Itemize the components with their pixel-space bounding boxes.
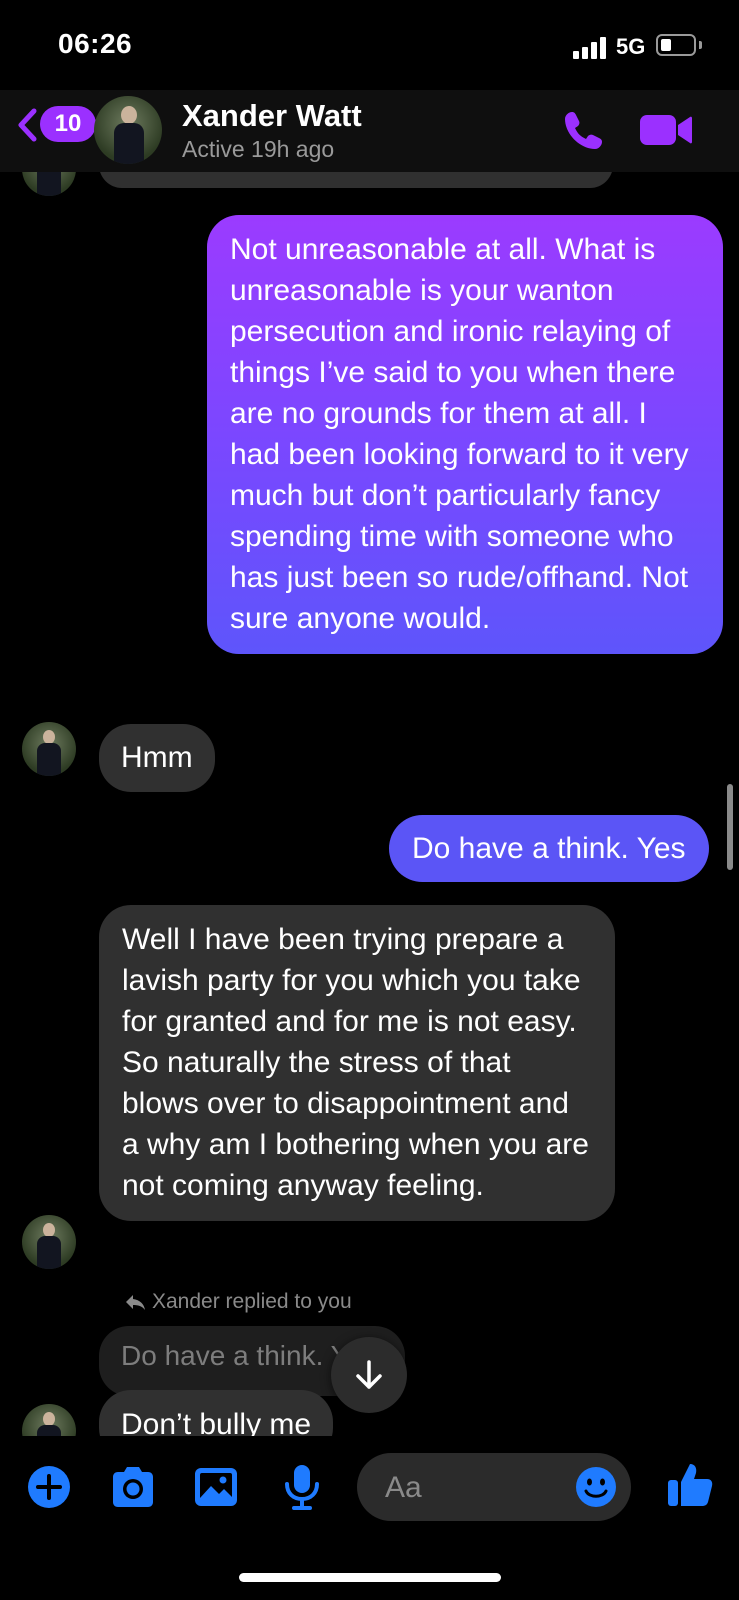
video-camera-icon[interactable] [638, 110, 694, 150]
back-button[interactable]: 10 [16, 104, 96, 144]
microphone-icon[interactable] [277, 1462, 327, 1512]
message-input[interactable]: Aa [357, 1453, 631, 1521]
contact-avatar-small [22, 172, 76, 196]
emoji-icon[interactable] [575, 1466, 617, 1508]
previous-message-fragment [99, 172, 613, 188]
reply-arrow-icon [126, 1295, 145, 1310]
battery-icon [656, 34, 696, 56]
status-time: 06:26 [58, 28, 133, 59]
signal-icon [573, 37, 607, 59]
reply-indicator: Xander replied to you [124, 1290, 352, 1314]
composer-bar: Aa [0, 1436, 739, 1536]
back-chevron-icon [18, 108, 37, 142]
network-type: 5G [616, 34, 646, 59]
sent-message[interactable]: Do have a think. Yes [389, 815, 709, 882]
contact-avatar-small [22, 1404, 76, 1436]
received-message[interactable]: Hmm [99, 724, 215, 792]
message-list[interactable]: Not unreasonable at all. What is unreaso… [0, 172, 739, 1436]
contact-status: Active 19h ago [182, 136, 335, 162]
image-icon[interactable] [191, 1462, 241, 1512]
received-message[interactable]: Well I have been trying prepare a lavish… [99, 905, 615, 1221]
received-message[interactable]: Don’t bully me [99, 1390, 334, 1436]
message-input-placeholder: Aa [385, 1471, 422, 1504]
scroll-to-bottom-button[interactable] [331, 1337, 407, 1413]
sent-message[interactable]: Not unreasonable at all. What is unreaso… [207, 215, 723, 654]
contact-avatar-small [22, 1215, 76, 1269]
unread-count-badge: 10 [40, 106, 96, 142]
phone-icon[interactable] [560, 108, 606, 154]
battery-nub [699, 41, 702, 49]
camera-icon[interactable] [108, 1462, 158, 1512]
contact-avatar[interactable] [94, 96, 162, 164]
thumbs-up-icon[interactable] [665, 1460, 715, 1510]
contact-name[interactable]: Xander Watt [182, 98, 362, 134]
arrow-down-icon [356, 1360, 382, 1389]
home-indicator[interactable] [239, 1573, 501, 1582]
conversation-header: 10 Xander Watt Active 19h ago [0, 90, 739, 172]
plus-icon[interactable] [24, 1462, 74, 1512]
reply-label-text: Xander replied to you [152, 1290, 352, 1313]
status-bar: 06:26 5G [0, 0, 739, 90]
contact-avatar-small [22, 722, 76, 776]
scrollbar[interactable] [727, 784, 733, 870]
